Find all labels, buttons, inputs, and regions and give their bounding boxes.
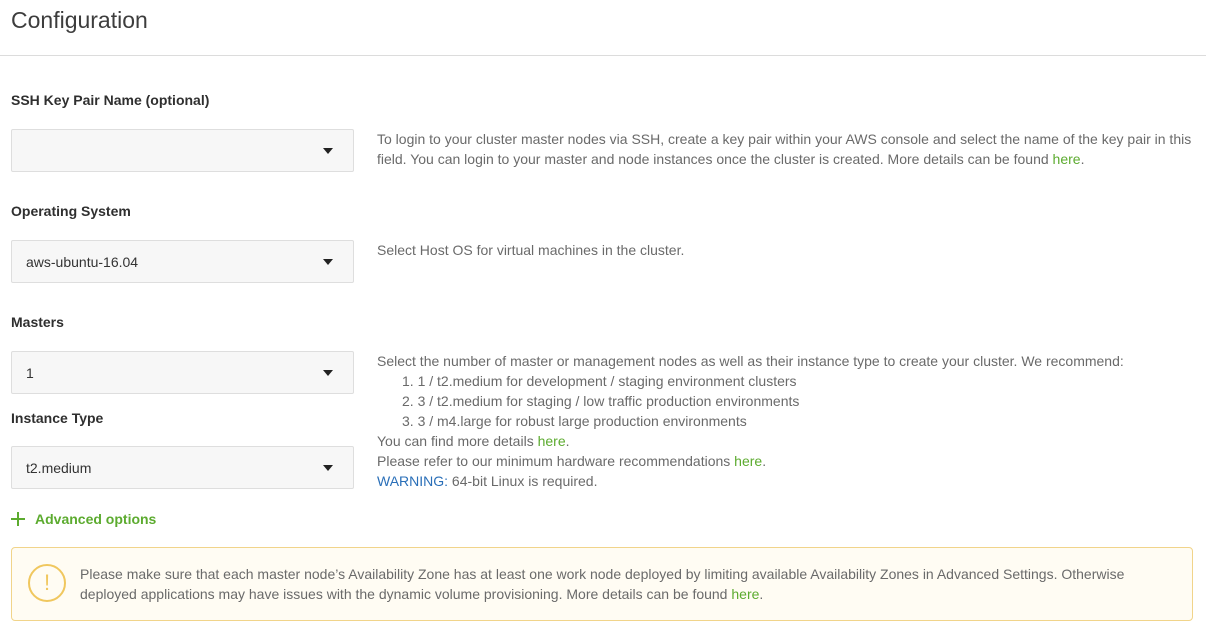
operating-system-select-value: aws-ubuntu-16.04 xyxy=(26,254,139,270)
hardware-link[interactable]: here xyxy=(734,453,762,469)
warning-label: WARNING: xyxy=(377,473,449,489)
hardware-text: Please refer to our minimum hardware rec… xyxy=(377,453,735,469)
recommendation-item: 2. 3 / t2.medium for staging / low traff… xyxy=(402,393,800,409)
alert-end: . xyxy=(759,586,764,602)
hardware-end: . xyxy=(762,453,767,469)
instance-type-label: Instance Type xyxy=(11,410,104,426)
hardware-line: Please refer to our minimum hardware rec… xyxy=(377,451,1192,471)
warning-text: 64-bit Linux is required. xyxy=(448,473,598,489)
ssh-key-help: To login to your cluster master nodes vi… xyxy=(377,129,1192,169)
ssh-key-select[interactable] xyxy=(11,129,354,172)
alert-text: Please make sure that each master node’s… xyxy=(80,564,1180,604)
chevron-down-icon xyxy=(323,259,333,265)
ssh-key-label: SSH Key Pair Name (optional) xyxy=(11,92,210,108)
chevron-down-icon xyxy=(323,148,333,154)
alert-link[interactable]: here xyxy=(731,586,759,602)
details-link[interactable]: here xyxy=(538,433,566,449)
availability-zone-alert: ! Please make sure that each master node… xyxy=(11,547,1193,621)
masters-help-intro: Select the number of master or managemen… xyxy=(377,353,1124,369)
ssh-key-help-link[interactable]: here xyxy=(1053,151,1081,167)
masters-select[interactable]: 1 xyxy=(11,351,354,394)
recommendation-list: 1. 1 / t2.medium for development / stagi… xyxy=(377,371,1192,431)
details-line: You can find more details here. xyxy=(377,431,1192,451)
recommendation-item: 3. 3 / m4.large for robust large product… xyxy=(402,413,747,429)
ssh-key-help-end: . xyxy=(1080,151,1085,167)
operating-system-select[interactable]: aws-ubuntu-16.04 xyxy=(11,240,354,283)
page-title: Configuration xyxy=(11,7,148,33)
recommendation-item: 1. 1 / t2.medium for development / stagi… xyxy=(402,373,797,389)
operating-system-label: Operating System xyxy=(11,203,131,219)
plus-icon xyxy=(11,512,25,526)
details-text: You can find more details xyxy=(377,433,538,449)
title-divider xyxy=(0,55,1206,56)
chevron-down-icon xyxy=(323,370,333,376)
warning-line: WARNING: 64-bit Linux is required. xyxy=(377,471,1192,491)
masters-select-value: 1 xyxy=(26,365,34,381)
details-end: . xyxy=(565,433,570,449)
configuration-page: Configuration SSH Key Pair Name (optiona… xyxy=(0,0,1206,636)
operating-system-help: Select Host OS for virtual machines in t… xyxy=(377,242,685,258)
advanced-options-label: Advanced options xyxy=(35,511,157,527)
alert-message: Please make sure that each master node’s… xyxy=(80,566,1125,602)
exclamation-icon: ! xyxy=(28,564,66,602)
instance-type-select-value: t2.medium xyxy=(26,460,92,476)
masters-label: Masters xyxy=(11,314,64,330)
advanced-options-toggle[interactable]: Advanced options xyxy=(11,511,156,527)
chevron-down-icon xyxy=(323,465,333,471)
masters-help: Select the number of master or managemen… xyxy=(377,351,1192,491)
instance-type-select[interactable]: t2.medium xyxy=(11,446,354,489)
